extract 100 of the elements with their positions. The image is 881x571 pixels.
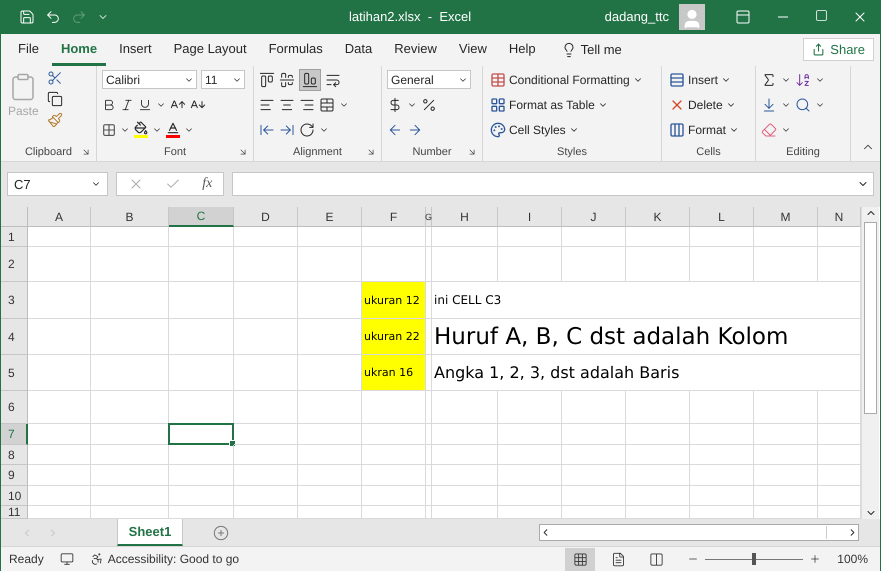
table-cell[interactable] (432, 227, 498, 248)
table-cell[interactable] (234, 465, 298, 486)
insert-function-button[interactable]: fx (202, 176, 212, 192)
table-cell[interactable] (234, 445, 298, 466)
menu-tab[interactable]: Page Layout (164, 34, 256, 66)
table-cell[interactable] (498, 486, 562, 506)
table-cell[interactable] (426, 486, 432, 506)
table-cell[interactable] (426, 465, 432, 486)
column-header[interactable]: G (426, 207, 432, 228)
bottom-align-button[interactable] (299, 68, 321, 91)
percent-icon[interactable] (421, 96, 437, 113)
column-header[interactable]: E (298, 207, 362, 228)
row-header[interactable]: 2 (1, 247, 28, 282)
table-cell[interactable] (298, 465, 362, 486)
table-cell[interactable] (562, 465, 626, 486)
save-icon[interactable] (19, 8, 35, 25)
column-header[interactable]: C (169, 207, 234, 228)
table-cell[interactable] (562, 227, 626, 248)
table-cell[interactable] (91, 319, 169, 356)
middle-align-icon[interactable] (279, 72, 295, 88)
table-cell[interactable] (91, 486, 169, 506)
ribbon-display-icon[interactable] (735, 8, 751, 25)
table-cell[interactable] (626, 391, 690, 424)
table-cell[interactable] (362, 445, 426, 466)
table-cell[interactable] (28, 445, 91, 466)
dialog-launcher-icon[interactable] (238, 146, 248, 157)
row-header[interactable]: 6 (1, 391, 28, 424)
table-cell[interactable] (754, 391, 818, 424)
table-cell[interactable] (690, 486, 754, 506)
table-cell[interactable]: Angka 1, 2, 3, dst adalah Baris (432, 355, 861, 392)
row-header[interactable]: 8 (1, 445, 28, 466)
column-header[interactable]: D (234, 207, 298, 228)
table-cell[interactable] (690, 391, 754, 424)
row-header[interactable]: 10 (1, 486, 28, 506)
dialog-launcher-icon[interactable] (81, 146, 91, 157)
table-cell[interactable] (562, 391, 626, 424)
sheet-tab[interactable]: Sheet1 (117, 519, 183, 546)
menu-tab[interactable]: Help (500, 34, 545, 66)
table-cell[interactable] (234, 424, 298, 446)
table-cell[interactable] (426, 247, 432, 282)
table-cell[interactable] (626, 227, 690, 248)
table-cell[interactable] (169, 445, 234, 466)
table-cell[interactable] (432, 391, 498, 424)
table-cell[interactable] (426, 319, 432, 356)
orientation-icon[interactable] (299, 122, 315, 138)
table-cell[interactable] (91, 247, 169, 282)
table-cell[interactable] (28, 391, 91, 424)
top-align-icon[interactable] (259, 72, 275, 88)
table-cell[interactable] (432, 445, 498, 466)
table-cell[interactable] (234, 247, 298, 282)
merge-icon[interactable] (319, 96, 335, 113)
dialog-launcher-icon[interactable] (467, 146, 477, 157)
table-cell[interactable] (298, 391, 362, 424)
table-cell[interactable] (298, 486, 362, 506)
tell-me-field[interactable]: Tell me (580, 42, 622, 58)
table-cell[interactable] (562, 247, 626, 282)
format-painter-icon[interactable] (46, 112, 63, 128)
fill-color-icon[interactable] (134, 121, 148, 138)
column-header[interactable]: H (432, 207, 498, 228)
table-cell[interactable] (298, 424, 362, 446)
table-cell[interactable] (362, 227, 426, 248)
undo-icon[interactable] (45, 8, 61, 25)
table-cell[interactable] (169, 227, 234, 248)
styles-menu-button[interactable]: Conditional Formatting (488, 70, 645, 90)
name-box[interactable]: C7 (7, 172, 108, 196)
borders-icon[interactable] (102, 122, 116, 137)
cells-menu-button[interactable]: Insert (667, 70, 742, 90)
new-sheet-icon[interactable] (213, 524, 229, 541)
column-header[interactable]: I (498, 207, 562, 228)
table-cell[interactable]: ini CELL C3 (432, 282, 861, 320)
maximize-icon[interactable] (815, 8, 828, 22)
table-cell[interactable] (754, 445, 818, 466)
font-name-field[interactable]: Calibri (102, 70, 197, 90)
selected-cell[interactable] (168, 423, 234, 446)
formula-field[interactable] (232, 172, 874, 196)
table-cell[interactable] (754, 227, 818, 248)
copy-icon[interactable] (46, 90, 63, 107)
table-cell[interactable] (498, 391, 562, 424)
bold-icon[interactable] (102, 98, 116, 112)
table-cell[interactable] (362, 465, 426, 486)
table-cell[interactable] (626, 465, 690, 486)
table-cell[interactable] (690, 227, 754, 248)
column-header[interactable]: A (28, 207, 91, 228)
font-color-icon[interactable] (166, 121, 180, 138)
menu-tab[interactable]: Review (385, 34, 446, 66)
row-header[interactable]: 1 (1, 227, 28, 248)
table-cell[interactable] (426, 282, 432, 320)
table-cell[interactable] (362, 486, 426, 506)
table-cell[interactable] (626, 445, 690, 466)
menu-tab[interactable]: Data (336, 34, 382, 66)
table-cell[interactable] (690, 445, 754, 466)
font-size-field[interactable]: 11 (201, 70, 245, 90)
table-cell[interactable] (626, 486, 690, 506)
column-header[interactable]: K (626, 207, 690, 228)
row-header[interactable]: 3 (1, 282, 28, 320)
table-cell[interactable] (234, 486, 298, 506)
table-cell[interactable] (234, 227, 298, 248)
row-header[interactable]: 9 (1, 465, 28, 486)
table-cell[interactable] (28, 486, 91, 506)
share-button[interactable]: Share (803, 38, 874, 62)
